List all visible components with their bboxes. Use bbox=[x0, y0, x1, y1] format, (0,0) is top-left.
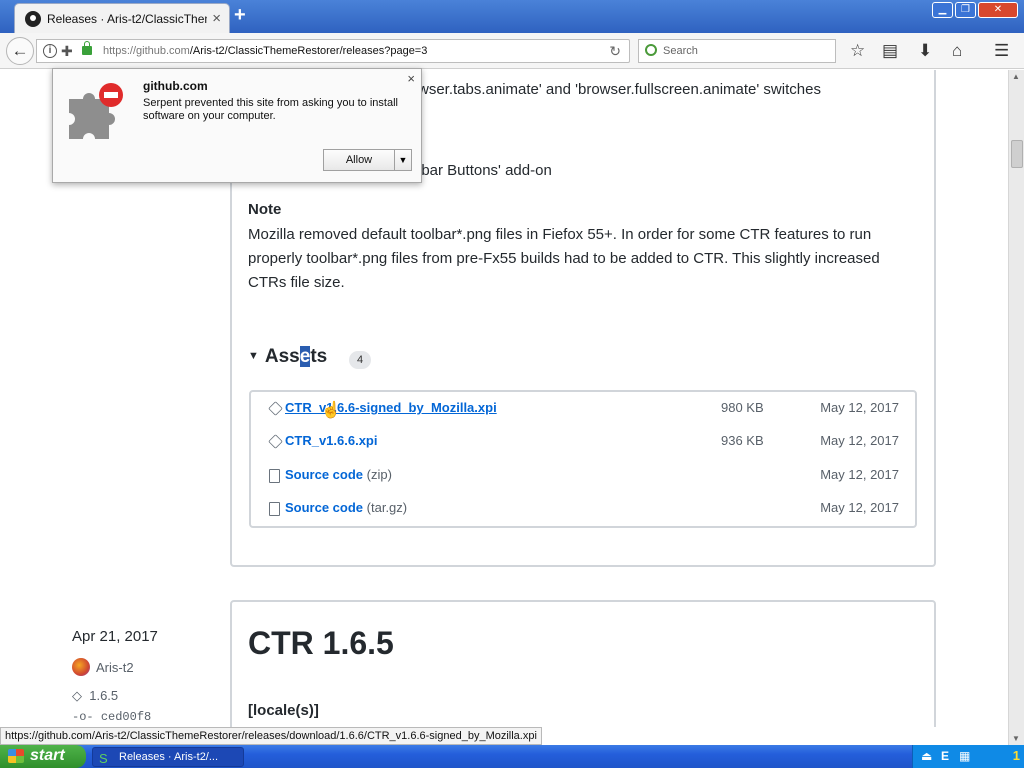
release-author[interactable]: Aris-t2 bbox=[72, 658, 134, 676]
asset-date: May 12, 2017 bbox=[820, 500, 899, 515]
url-text[interactable]: https://github.com/Aris-t2/ClassicThemeR… bbox=[103, 45, 427, 57]
note-text: Mozilla removed default toolbar*.png fil… bbox=[248, 226, 880, 291]
search-icon bbox=[645, 44, 657, 56]
tab-title: Releases · Aris-t2/ClassicTheme bbox=[47, 12, 207, 26]
zip-file-icon bbox=[269, 469, 280, 483]
scrollbar-thumb[interactable] bbox=[1011, 140, 1023, 168]
release-date: Apr 21, 2017 bbox=[72, 628, 158, 645]
plugin-blocked-icon bbox=[69, 83, 123, 139]
assets-count-badge: 4 bbox=[349, 351, 371, 369]
popup-message: Serpent prevented this site from asking … bbox=[143, 97, 398, 122]
asset-link[interactable]: CTR_v1.6.6.xpi bbox=[285, 433, 378, 448]
close-window-button[interactable]: ✕ bbox=[978, 2, 1018, 18]
release-text-line-1: wser.tabs.animate' and 'browser.fullscre… bbox=[418, 81, 821, 98]
asset-link[interactable]: CTR_v1.6.6-signed_by_Mozilla.xpi bbox=[285, 400, 497, 415]
package-icon bbox=[268, 401, 283, 416]
window-controls: ▁ ❐ ✕ bbox=[932, 2, 1018, 18]
close-icon[interactable]: × bbox=[407, 71, 415, 86]
restore-button[interactable]: ❐ bbox=[955, 2, 976, 18]
vertical-scrollbar[interactable]: ▲ ▼ bbox=[1008, 70, 1024, 748]
network-icon[interactable]: ▦ bbox=[959, 749, 970, 763]
asset-row[interactable]: CTR_v1.6.6-signed_by_Mozilla.xpi 980 KB … bbox=[251, 392, 915, 425]
back-button[interactable]: ← bbox=[6, 37, 34, 65]
commit-icon: -o- bbox=[72, 710, 94, 724]
popup-title: github.com bbox=[143, 79, 208, 93]
allow-dropdown-button[interactable]: ▼ bbox=[394, 149, 412, 171]
tab-releases[interactable]: Releases · Aris-t2/ClassicTheme × bbox=[14, 3, 230, 33]
taskbar: start S Releases · Aris-t2/... ⏏ E ▦ 1 bbox=[0, 745, 1024, 768]
assets-list: CTR_v1.6.6-signed_by_Mozilla.xpi 980 KB … bbox=[249, 390, 917, 528]
search-box[interactable]: Search bbox=[638, 39, 836, 63]
release-title[interactable]: CTR 1.6.5 bbox=[248, 625, 394, 662]
asset-date: May 12, 2017 bbox=[820, 400, 899, 415]
system-tray: ⏏ E ▦ 1 bbox=[912, 745, 1024, 768]
search-placeholder: Search bbox=[663, 45, 698, 57]
asset-date: May 12, 2017 bbox=[820, 433, 899, 448]
new-tab-button[interactable]: + bbox=[234, 4, 246, 27]
start-button[interactable]: start bbox=[0, 745, 86, 768]
release-text-line-2: lbar Buttons' add-on bbox=[418, 162, 552, 179]
minimize-button[interactable]: ▁ bbox=[932, 2, 953, 18]
reload-icon[interactable]: ↻ bbox=[609, 43, 621, 60]
status-url: https://github.com/Aris-t2/ClassicThemeR… bbox=[0, 727, 542, 745]
caret-down-icon: ▼ bbox=[248, 350, 259, 362]
home-icon[interactable]: ⌂ bbox=[952, 41, 962, 61]
asset-row[interactable]: Source code (zip) May 12, 2017 bbox=[251, 459, 915, 492]
scroll-up-icon[interactable]: ▲ bbox=[1012, 72, 1020, 81]
asset-row[interactable]: CTR_v1.6.6.xpi 936 KB May 12, 2017 bbox=[251, 425, 915, 458]
hand-cursor-icon: ☝ bbox=[321, 402, 341, 419]
info-icon[interactable]: i bbox=[43, 44, 57, 58]
asset-size: 980 KB bbox=[721, 400, 764, 415]
clock[interactable]: 1 bbox=[1013, 748, 1020, 763]
bookmark-star-icon[interactable]: ☆ bbox=[850, 41, 865, 61]
windows-logo-icon bbox=[8, 749, 24, 763]
package-icon bbox=[268, 434, 283, 449]
asset-date: May 12, 2017 bbox=[820, 467, 899, 482]
asset-link[interactable]: Source code (zip) bbox=[285, 467, 392, 482]
release-card-1.6.5 bbox=[230, 600, 936, 727]
menu-icon[interactable]: ☰ bbox=[994, 41, 1009, 61]
url-path: /Aris-t2/ClassicThemeRestorer/releases?p… bbox=[189, 45, 428, 57]
browser-window: Releases · Aris-t2/ClassicTheme × + ▁ ❐ … bbox=[0, 0, 1024, 768]
asset-row[interactable]: Source code (tar.gz) May 12, 2017 bbox=[251, 492, 915, 525]
taskbar-item-browser[interactable]: S Releases · Aris-t2/... bbox=[92, 747, 244, 767]
reading-list-icon[interactable]: ▤ bbox=[882, 41, 898, 61]
tab-strip: Releases · Aris-t2/ClassicTheme × + ▁ ❐ … bbox=[0, 0, 1024, 33]
scroll-down-icon[interactable]: ▼ bbox=[1012, 734, 1020, 743]
close-tab-icon[interactable]: × bbox=[212, 10, 221, 27]
download-icon[interactable]: ⬇ bbox=[918, 41, 932, 61]
keyboard-layout-icon[interactable]: E bbox=[941, 749, 949, 763]
allow-button[interactable]: Allow bbox=[323, 149, 395, 171]
lock-icon bbox=[82, 41, 92, 55]
tag-icon: ◇ bbox=[72, 688, 82, 703]
release-tag[interactable]: ◇ 1.6.5 bbox=[72, 688, 118, 704]
github-icon bbox=[25, 11, 41, 27]
zip-file-icon bbox=[269, 502, 280, 516]
url-bar[interactable]: i ✚ https://github.com/Aris-t2/ClassicTh… bbox=[36, 39, 630, 63]
asset-size: 936 KB bbox=[721, 433, 764, 448]
asset-link[interactable]: Source code (tar.gz) bbox=[285, 500, 407, 515]
puzzle-icon[interactable]: ✚ bbox=[61, 43, 73, 60]
navigation-toolbar: ← i ✚ https://github.com/Aris-t2/Classic… bbox=[0, 33, 1024, 69]
addon-install-blocked-popup: github.com Serpent prevented this site f… bbox=[52, 68, 422, 183]
serpent-browser-icon: S bbox=[99, 751, 108, 766]
eject-icon[interactable]: ⏏ bbox=[921, 749, 932, 763]
release-commit[interactable]: -o- ced00f8 bbox=[72, 710, 151, 724]
locale-heading: [locale(s)] bbox=[248, 702, 319, 719]
note-heading: Note bbox=[248, 201, 282, 218]
avatar bbox=[72, 658, 90, 676]
assets-heading[interactable]: ▼ Assets bbox=[248, 346, 327, 368]
